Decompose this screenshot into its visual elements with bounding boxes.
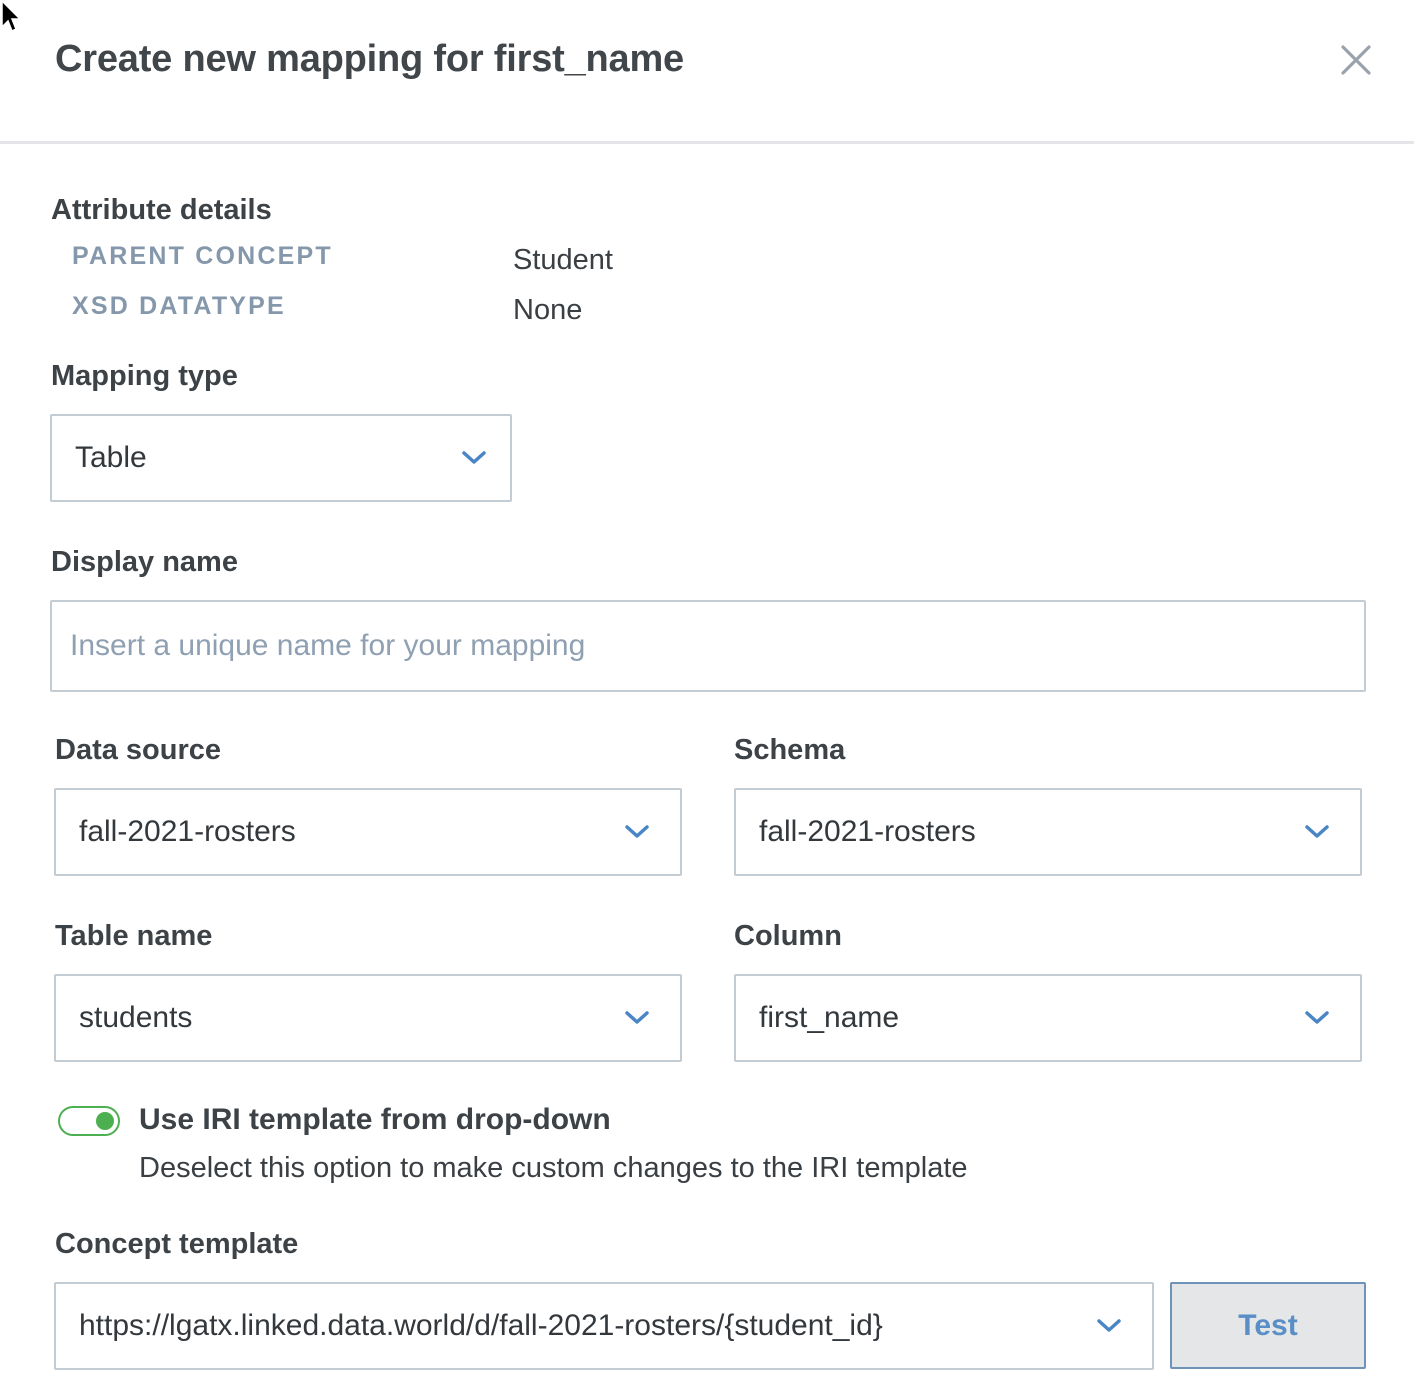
table-name-label: Table name xyxy=(55,920,213,952)
test-button[interactable]: Test xyxy=(1170,1282,1366,1369)
concept-template-value: https://lgatx.linked.data.world/d/fall-2… xyxy=(79,1309,883,1342)
dialog-header: Create new mapping for first_name xyxy=(0,0,1414,144)
display-name-input[interactable] xyxy=(50,600,1366,692)
chevron-down-icon xyxy=(625,825,649,838)
schema-select[interactable]: fall-2021-rosters xyxy=(734,788,1362,876)
concept-template-label: Concept template xyxy=(55,1228,299,1260)
chevron-down-icon xyxy=(1305,1011,1329,1024)
dialog-title: Create new mapping for first_name xyxy=(55,38,684,80)
data-source-label: Data source xyxy=(55,734,222,766)
xsd-datatype-key: XSD DATATYPE xyxy=(72,292,286,320)
toggle-knob xyxy=(96,1112,114,1130)
iri-template-toggle[interactable] xyxy=(58,1106,120,1136)
chevron-down-icon xyxy=(462,451,486,464)
column-label: Column xyxy=(734,920,842,952)
chevron-down-icon xyxy=(1305,825,1329,838)
table-name-select[interactable]: students xyxy=(54,974,682,1062)
mapping-type-label: Mapping type xyxy=(51,360,238,392)
close-icon[interactable] xyxy=(1334,38,1378,82)
mapping-type-select[interactable]: Table xyxy=(50,414,512,502)
display-name-label: Display name xyxy=(51,546,238,578)
parent-concept-key: PARENT CONCEPT xyxy=(72,242,333,270)
chevron-down-icon xyxy=(625,1011,649,1024)
data-source-value: fall-2021-rosters xyxy=(79,815,296,848)
table-name-value: students xyxy=(79,1001,193,1034)
data-source-select[interactable]: fall-2021-rosters xyxy=(54,788,682,876)
mapping-type-value: Table xyxy=(75,441,147,474)
schema-value: fall-2021-rosters xyxy=(759,815,976,848)
iri-template-toggle-label: Use IRI template from drop-down xyxy=(139,1103,611,1136)
concept-template-select[interactable]: https://lgatx.linked.data.world/d/fall-2… xyxy=(54,1282,1154,1370)
column-select[interactable]: first_name xyxy=(734,974,1362,1062)
iri-template-help-text: Deselect this option to make custom chan… xyxy=(139,1152,968,1184)
attribute-details-heading: Attribute details xyxy=(51,194,272,226)
create-mapping-dialog: Create new mapping for first_name Attrib… xyxy=(0,0,1414,1398)
chevron-down-icon xyxy=(1097,1319,1121,1332)
parent-concept-value: Student xyxy=(513,244,613,276)
xsd-datatype-value: None xyxy=(513,294,583,326)
schema-label: Schema xyxy=(734,734,846,766)
column-value: first_name xyxy=(759,1001,900,1034)
